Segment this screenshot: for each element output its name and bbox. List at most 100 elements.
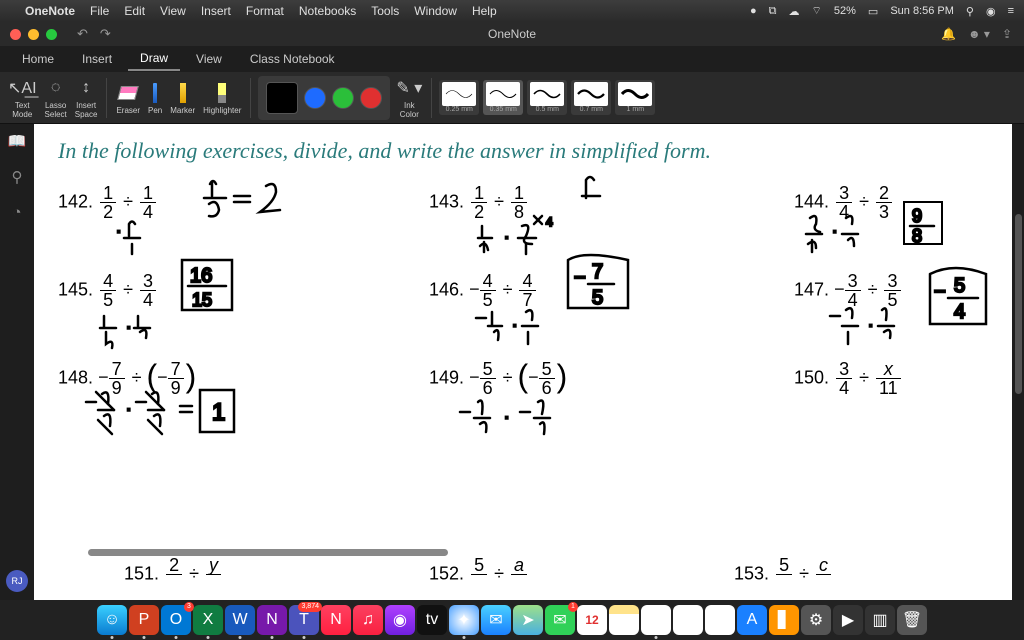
dock-teams[interactable]: T3,874	[289, 605, 319, 635]
clock[interactable]: Sun 8:56 PM	[890, 5, 954, 17]
lasso-select-button[interactable]: ◌Lasso Select	[43, 76, 69, 119]
thickness-0[interactable]: 0.25 mm	[439, 80, 479, 115]
dock-calendar[interactable]: 12	[577, 605, 607, 635]
ink-color-button[interactable]: ✎ ▾Ink Color	[394, 76, 424, 119]
tab-draw[interactable]: Draw	[128, 47, 180, 71]
dock-mail[interactable]: ✉	[481, 605, 511, 635]
svg-text:·: ·	[832, 223, 837, 240]
thickness-2[interactable]: 0.5 mm	[527, 80, 567, 115]
thickness-picker: 0.25 mm 0.35 mm 0.5 mm 0.7 mm 1 mm	[439, 80, 655, 115]
problem-148: 148. −79 ÷ (−79)	[58, 360, 196, 397]
recent-icon[interactable]: ◔	[12, 204, 21, 221]
color-red[interactable]	[360, 87, 382, 109]
tab-home[interactable]: Home	[10, 48, 66, 70]
dock-video[interactable]: ▶	[833, 605, 863, 635]
dock-music[interactable]: ♫	[353, 605, 383, 635]
redo-button[interactable]: ↷	[100, 26, 111, 42]
svg-text:8: 8	[912, 226, 922, 246]
dock-powerpoint[interactable]: P	[129, 605, 159, 635]
problem-150: 150. 34 ÷ x11	[794, 360, 903, 397]
battery-icon[interactable]: ▭	[868, 5, 878, 18]
current-color-swatch[interactable]	[266, 82, 298, 114]
siri-icon[interactable]: ◉	[986, 5, 996, 18]
thickness-1[interactable]: 0.35 mm	[483, 80, 523, 115]
eraser-button[interactable]: Eraser	[114, 81, 142, 115]
dock-excel[interactable]: X	[193, 605, 223, 635]
note-canvas[interactable]: In the following exercises, divide, and …	[34, 124, 1020, 600]
color-blue[interactable]	[304, 87, 326, 109]
text-mode-button[interactable]: ↖A͟IText Mode	[6, 76, 39, 119]
insert-space-button[interactable]: ↕Insert Space	[73, 76, 100, 119]
marker-button[interactable]: Marker	[168, 81, 197, 115]
menu-insert[interactable]: Insert	[201, 4, 231, 18]
notifications-icon[interactable]: 🔔	[941, 27, 956, 41]
dock-desktop[interactable]: ▥	[865, 605, 895, 635]
pen-button[interactable]: Pen	[146, 81, 164, 115]
dock-reminders[interactable]: ≡	[673, 605, 703, 635]
thickness-4[interactable]: 1 mm	[615, 80, 655, 115]
dock-podcasts[interactable]: ◉	[385, 605, 415, 635]
menu-tools[interactable]: Tools	[371, 4, 399, 18]
record-icon[interactable]: ●	[750, 5, 757, 17]
close-window[interactable]	[10, 29, 21, 40]
svg-text:·: ·	[504, 409, 509, 426]
dock-safari[interactable]: ✦	[449, 605, 479, 635]
dock-maps[interactable]: ➤	[513, 605, 543, 635]
dock-messages[interactable]: ✉1	[545, 605, 575, 635]
menu-notebooks[interactable]: Notebooks	[299, 4, 356, 18]
svg-text:−: −	[574, 267, 586, 289]
window-title: OneNote	[488, 27, 536, 41]
color-green[interactable]	[332, 87, 354, 109]
minimize-window[interactable]	[28, 29, 39, 40]
dock-onenote[interactable]: N	[257, 605, 287, 635]
dock-word[interactable]: W	[225, 605, 255, 635]
control-center-icon[interactable]: ≡	[1008, 5, 1014, 17]
problem-143: 143. 12 ÷ 18	[429, 184, 529, 221]
account-icon[interactable]: ☻ ▾	[968, 27, 990, 41]
menu-view[interactable]: View	[160, 4, 186, 18]
dock-chrome[interactable]: ◉	[641, 605, 671, 635]
share-icon[interactable]: ⇪	[1002, 27, 1012, 41]
wifi-icon[interactable]: ⌔	[812, 4, 822, 18]
tab-insert[interactable]: Insert	[70, 48, 124, 70]
problem-149: 149. −56 ÷ (−56)	[429, 360, 567, 397]
search-icon[interactable]: ⚲	[12, 168, 23, 186]
color-picker[interactable]	[258, 76, 390, 120]
vertical-scrollbar-track[interactable]	[1012, 124, 1024, 600]
menu-help[interactable]: Help	[472, 4, 497, 18]
dock-finder[interactable]: ☺	[97, 605, 127, 635]
problem-153: 153. 5 ÷ c	[734, 556, 833, 593]
battery-pct[interactable]: 52%	[834, 5, 856, 17]
dropbox-icon[interactable]: ⧉	[769, 5, 777, 18]
problem-151: 151. 2 ÷ y	[124, 556, 223, 593]
svg-text:·: ·	[504, 229, 509, 246]
vertical-scrollbar-thumb[interactable]	[1015, 214, 1022, 394]
tab-class-notebook[interactable]: Class Notebook	[238, 48, 347, 70]
user-avatar[interactable]: RJ	[6, 570, 28, 592]
macos-menubar: OneNote File Edit View Insert Format Not…	[0, 0, 1024, 22]
dock-appstore[interactable]: A	[737, 605, 767, 635]
menu-window[interactable]: Window	[414, 4, 457, 18]
tab-view[interactable]: View	[184, 48, 234, 70]
undo-button[interactable]: ↶	[77, 26, 88, 42]
menu-format[interactable]: Format	[246, 4, 284, 18]
dock-news[interactable]: N	[321, 605, 351, 635]
dock-photos[interactable]: ✣	[705, 605, 735, 635]
maximize-window[interactable]	[46, 29, 57, 40]
notebooks-icon[interactable]: 📖	[8, 132, 27, 150]
horizontal-scrollbar[interactable]	[88, 549, 448, 556]
dock-trash[interactable]: 🗑	[897, 605, 927, 635]
app-name[interactable]: OneNote	[25, 4, 75, 18]
dock-books[interactable]: ▋	[769, 605, 799, 635]
dock-outlook[interactable]: O3	[161, 605, 191, 635]
dock-appletv[interactable]: tv	[417, 605, 447, 635]
spotlight-icon[interactable]: ⚲	[966, 5, 974, 18]
thickness-3[interactable]: 0.7 mm	[571, 80, 611, 115]
menu-edit[interactable]: Edit	[124, 4, 145, 18]
menu-file[interactable]: File	[90, 4, 109, 18]
svg-text:·: ·	[868, 317, 873, 334]
cloud-icon[interactable]: ☁	[789, 5, 800, 18]
highlighter-button[interactable]: Highlighter	[201, 81, 243, 115]
dock-notes[interactable]	[609, 605, 639, 635]
dock-settings[interactable]: ⚙	[801, 605, 831, 635]
